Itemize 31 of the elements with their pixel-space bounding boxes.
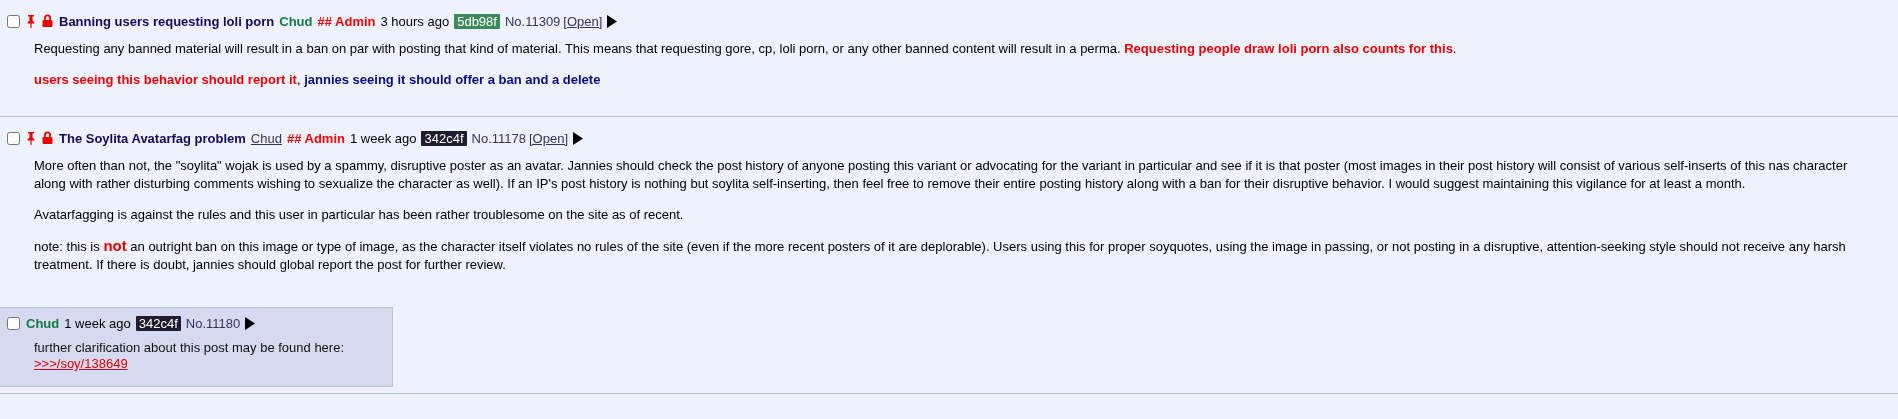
capcode: ## Admin xyxy=(317,13,376,29)
select-checkbox[interactable] xyxy=(7,131,20,145)
menu-arrow-icon xyxy=(607,14,618,28)
poster-id: 5db98f xyxy=(454,13,500,29)
capcode: ## Admin xyxy=(286,130,345,146)
post-number-link[interactable]: No.11309 xyxy=(504,13,561,29)
post-paragraph: Requesting any banned material will result in a ban on par with posting that kind of material. This means that requesting gore, cp, loli porn, or any other banned content will result in a perma. Requesting people draw loli porn also counts for this. xyxy=(34,40,1458,58)
menu-arrow-icon xyxy=(245,316,256,330)
post-time: 3 hours ago xyxy=(380,13,450,29)
post-number-link[interactable]: No.11178 xyxy=(471,130,526,146)
poster-id: 342c4f xyxy=(135,315,181,331)
post-number-link[interactable]: No.11180 xyxy=(185,315,241,331)
select-checkbox[interactable] xyxy=(7,14,20,28)
post-time: 1 week ago xyxy=(64,315,131,331)
menu-arrow-icon xyxy=(573,131,583,145)
post-text: further clarification about this post may be found here: xyxy=(34,340,345,356)
quote-link[interactable]: >>>/soy/138649 xyxy=(34,356,128,371)
poster-name: Chud xyxy=(26,315,60,331)
poster-name-link[interactable]: Chud xyxy=(250,130,282,146)
post-paragraph: users seeing this behavior should report it, jannies seeing it should offer a ban and a delete xyxy=(34,71,602,89)
post-subject: Banning users requesting loli porn xyxy=(59,13,275,29)
select-checkbox[interactable] xyxy=(7,316,20,330)
post-paragraph: Avatarfagging is against the rules and this user in particular has been rather troublesome on the site as of recent. xyxy=(34,206,685,224)
post-paragraph: More often than not, the "soylita" wojak is used by a spammy, disruptive poster as an avatar. Jannies should check the post history of anyone posting this variant or advocating for the variant in particular and see if it is that poster (most images in their post history will consist of various self-inserts of this nas character along with rather disturbing comments wishing to sexualize the character as well). If an IP's post history is nothing but soylita self-inserting, then feel free to remove their entire posting history along with a ban for their disruptive behavior. I would suggest maintaining this vigilance for at least a month. xyxy=(34,157,1849,193)
post-paragraph: note: this is not an outright ban on this image or type of image, as the character itself violates no rules of the site (even if the more recent posters of it are deplorable). Users using this for proper soyquotes, using the image in passing, or not posting in a disruptive, attention-seeking style should not receive any harsh treatment. If there is doubt, jannies should global report the post for further review. xyxy=(34,237,1847,274)
post-subject: The Soylita Avatarfag problem xyxy=(59,130,246,146)
poster-name: Chud xyxy=(279,13,313,29)
poster-id: 342c4f xyxy=(421,130,467,146)
open-link[interactable]: [Open] xyxy=(563,13,603,29)
open-link[interactable]: [Open] xyxy=(528,130,568,146)
post-time: 1 week ago xyxy=(349,130,417,146)
